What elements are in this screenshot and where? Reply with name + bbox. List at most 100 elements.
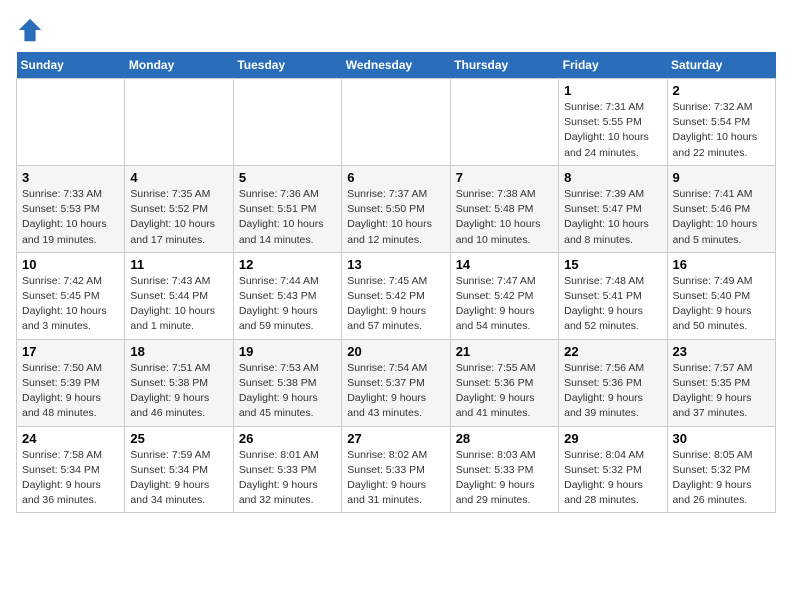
day-info: Sunrise: 7:47 AM Sunset: 5:42 PM Dayligh…: [456, 274, 553, 335]
calendar-cell: 14 Sunrise: 7:47 AM Sunset: 5:42 PM Dayli…: [450, 252, 558, 339]
day-info: Sunrise: 7:56 AM Sunset: 5:36 PM Dayligh…: [564, 361, 661, 422]
calendar-cell: 19 Sunrise: 7:53 AM Sunset: 5:38 PM Dayli…: [233, 339, 341, 426]
calendar-cell: 11Sunrise: 7:43 AM Sunset: 5:44 PM Dayli…: [125, 252, 233, 339]
day-number: 24: [22, 431, 119, 446]
day-info: Sunrise: 7:35 AM Sunset: 5:52 PM Dayligh…: [130, 187, 227, 248]
weekday-header-tuesday: Tuesday: [233, 52, 341, 79]
day-info: Sunrise: 7:51 AM Sunset: 5:38 PM Dayligh…: [130, 361, 227, 422]
day-info: Sunrise: 7:55 AM Sunset: 5:36 PM Dayligh…: [456, 361, 553, 422]
calendar-cell: 20 Sunrise: 7:54 AM Sunset: 5:37 PM Dayli…: [342, 339, 450, 426]
day-info: Sunrise: 7:49 AM Sunset: 5:40 PM Dayligh…: [673, 274, 770, 335]
calendar-cell: 27 Sunrise: 8:02 AM Sunset: 5:33 PM Dayli…: [342, 426, 450, 513]
day-number: 5: [239, 170, 336, 185]
calendar-cell: 1 Sunrise: 7:31 AM Sunset: 5:55 PM Daylig…: [559, 79, 667, 166]
day-number: 22: [564, 344, 661, 359]
weekday-header-friday: Friday: [559, 52, 667, 79]
calendar-cell: 26 Sunrise: 8:01 AM Sunset: 5:33 PM Dayli…: [233, 426, 341, 513]
calendar-cell: 8 Sunrise: 7:39 AM Sunset: 5:47 PM Daylig…: [559, 165, 667, 252]
calendar-cell: 30 Sunrise: 8:05 AM Sunset: 5:32 PM Dayli…: [667, 426, 775, 513]
calendar-cell: 3 Sunrise: 7:33 AM Sunset: 5:53 PM Daylig…: [17, 165, 125, 252]
day-info: Sunrise: 7:32 AM Sunset: 5:54 PM Dayligh…: [673, 100, 770, 161]
day-info: Sunrise: 7:57 AM Sunset: 5:35 PM Dayligh…: [673, 361, 770, 422]
weekday-header-sunday: Sunday: [17, 52, 125, 79]
day-number: 30: [673, 431, 770, 446]
calendar-cell: 7 Sunrise: 7:38 AM Sunset: 5:48 PM Daylig…: [450, 165, 558, 252]
day-info: Sunrise: 7:33 AM Sunset: 5:53 PM Dayligh…: [22, 187, 119, 248]
day-number: 3: [22, 170, 119, 185]
calendar-cell: 23Sunrise: 7:57 AM Sunset: 5:35 PM Dayli…: [667, 339, 775, 426]
calendar-cell: 13 Sunrise: 7:45 AM Sunset: 5:42 PM Dayli…: [342, 252, 450, 339]
weekday-header-thursday: Thursday: [450, 52, 558, 79]
day-info: Sunrise: 7:41 AM Sunset: 5:46 PM Dayligh…: [673, 187, 770, 248]
calendar-cell: 9 Sunrise: 7:41 AM Sunset: 5:46 PM Daylig…: [667, 165, 775, 252]
day-info: Sunrise: 7:53 AM Sunset: 5:38 PM Dayligh…: [239, 361, 336, 422]
day-number: 19: [239, 344, 336, 359]
calendar-week-row: 10 Sunrise: 7:42 AM Sunset: 5:45 PM Dayli…: [17, 252, 776, 339]
calendar-week-row: 1 Sunrise: 7:31 AM Sunset: 5:55 PM Daylig…: [17, 79, 776, 166]
calendar-cell: 22 Sunrise: 7:56 AM Sunset: 5:36 PM Dayli…: [559, 339, 667, 426]
day-info: Sunrise: 7:31 AM Sunset: 5:55 PM Dayligh…: [564, 100, 661, 161]
day-info: Sunrise: 7:54 AM Sunset: 5:37 PM Dayligh…: [347, 361, 444, 422]
calendar-cell: [342, 79, 450, 166]
calendar-cell: [450, 79, 558, 166]
logo-icon: [16, 16, 44, 44]
weekday-header-wednesday: Wednesday: [342, 52, 450, 79]
day-number: 12: [239, 257, 336, 272]
day-number: 17: [22, 344, 119, 359]
day-number: 15: [564, 257, 661, 272]
day-info: Sunrise: 8:02 AM Sunset: 5:33 PM Dayligh…: [347, 448, 444, 509]
calendar-cell: 28 Sunrise: 8:03 AM Sunset: 5:33 PM Dayli…: [450, 426, 558, 513]
day-info: Sunrise: 8:01 AM Sunset: 5:33 PM Dayligh…: [239, 448, 336, 509]
calendar-cell: [17, 79, 125, 166]
weekday-header-monday: Monday: [125, 52, 233, 79]
day-info: Sunrise: 7:42 AM Sunset: 5:45 PM Dayligh…: [22, 274, 119, 335]
day-number: 27: [347, 431, 444, 446]
day-info: Sunrise: 7:37 AM Sunset: 5:50 PM Dayligh…: [347, 187, 444, 248]
day-info: Sunrise: 7:50 AM Sunset: 5:39 PM Dayligh…: [22, 361, 119, 422]
day-info: Sunrise: 7:44 AM Sunset: 5:43 PM Dayligh…: [239, 274, 336, 335]
day-number: 9: [673, 170, 770, 185]
weekday-header-row: SundayMondayTuesdayWednesdayThursdayFrid…: [17, 52, 776, 79]
day-number: 29: [564, 431, 661, 446]
day-number: 11: [130, 257, 227, 272]
calendar-table: SundayMondayTuesdayWednesdayThursdayFrid…: [16, 52, 776, 513]
day-number: 10: [22, 257, 119, 272]
day-info: Sunrise: 7:36 AM Sunset: 5:51 PM Dayligh…: [239, 187, 336, 248]
calendar-cell: 2 Sunrise: 7:32 AM Sunset: 5:54 PM Daylig…: [667, 79, 775, 166]
day-number: 2: [673, 83, 770, 98]
calendar-cell: 15 Sunrise: 7:48 AM Sunset: 5:41 PM Dayli…: [559, 252, 667, 339]
day-info: Sunrise: 7:39 AM Sunset: 5:47 PM Dayligh…: [564, 187, 661, 248]
page-header: [16, 16, 776, 44]
calendar-cell: 16 Sunrise: 7:49 AM Sunset: 5:40 PM Dayli…: [667, 252, 775, 339]
day-number: 6: [347, 170, 444, 185]
day-info: Sunrise: 7:45 AM Sunset: 5:42 PM Dayligh…: [347, 274, 444, 335]
day-number: 8: [564, 170, 661, 185]
calendar-cell: 6 Sunrise: 7:37 AM Sunset: 5:50 PM Daylig…: [342, 165, 450, 252]
calendar-cell: 25Sunrise: 7:59 AM Sunset: 5:34 PM Dayli…: [125, 426, 233, 513]
day-info: Sunrise: 7:58 AM Sunset: 5:34 PM Dayligh…: [22, 448, 119, 509]
calendar-cell: 18 Sunrise: 7:51 AM Sunset: 5:38 PM Dayli…: [125, 339, 233, 426]
calendar-cell: 4 Sunrise: 7:35 AM Sunset: 5:52 PM Daylig…: [125, 165, 233, 252]
day-number: 28: [456, 431, 553, 446]
day-number: 7: [456, 170, 553, 185]
day-number: 4: [130, 170, 227, 185]
calendar-cell: 29Sunrise: 8:04 AM Sunset: 5:32 PM Dayli…: [559, 426, 667, 513]
day-number: 20: [347, 344, 444, 359]
day-number: 14: [456, 257, 553, 272]
day-number: 26: [239, 431, 336, 446]
day-info: Sunrise: 7:38 AM Sunset: 5:48 PM Dayligh…: [456, 187, 553, 248]
day-number: 18: [130, 344, 227, 359]
day-number: 13: [347, 257, 444, 272]
calendar-cell: [233, 79, 341, 166]
calendar-cell: 10 Sunrise: 7:42 AM Sunset: 5:45 PM Dayli…: [17, 252, 125, 339]
day-info: Sunrise: 8:05 AM Sunset: 5:32 PM Dayligh…: [673, 448, 770, 509]
day-number: 16: [673, 257, 770, 272]
calendar-cell: 21Sunrise: 7:55 AM Sunset: 5:36 PM Dayli…: [450, 339, 558, 426]
calendar-cell: 24 Sunrise: 7:58 AM Sunset: 5:34 PM Dayli…: [17, 426, 125, 513]
day-info: Sunrise: 7:48 AM Sunset: 5:41 PM Dayligh…: [564, 274, 661, 335]
day-info: Sunrise: 8:03 AM Sunset: 5:33 PM Dayligh…: [456, 448, 553, 509]
calendar-week-row: 3 Sunrise: 7:33 AM Sunset: 5:53 PM Daylig…: [17, 165, 776, 252]
calendar-week-row: 24 Sunrise: 7:58 AM Sunset: 5:34 PM Dayli…: [17, 426, 776, 513]
calendar-cell: [125, 79, 233, 166]
day-number: 1: [564, 83, 661, 98]
